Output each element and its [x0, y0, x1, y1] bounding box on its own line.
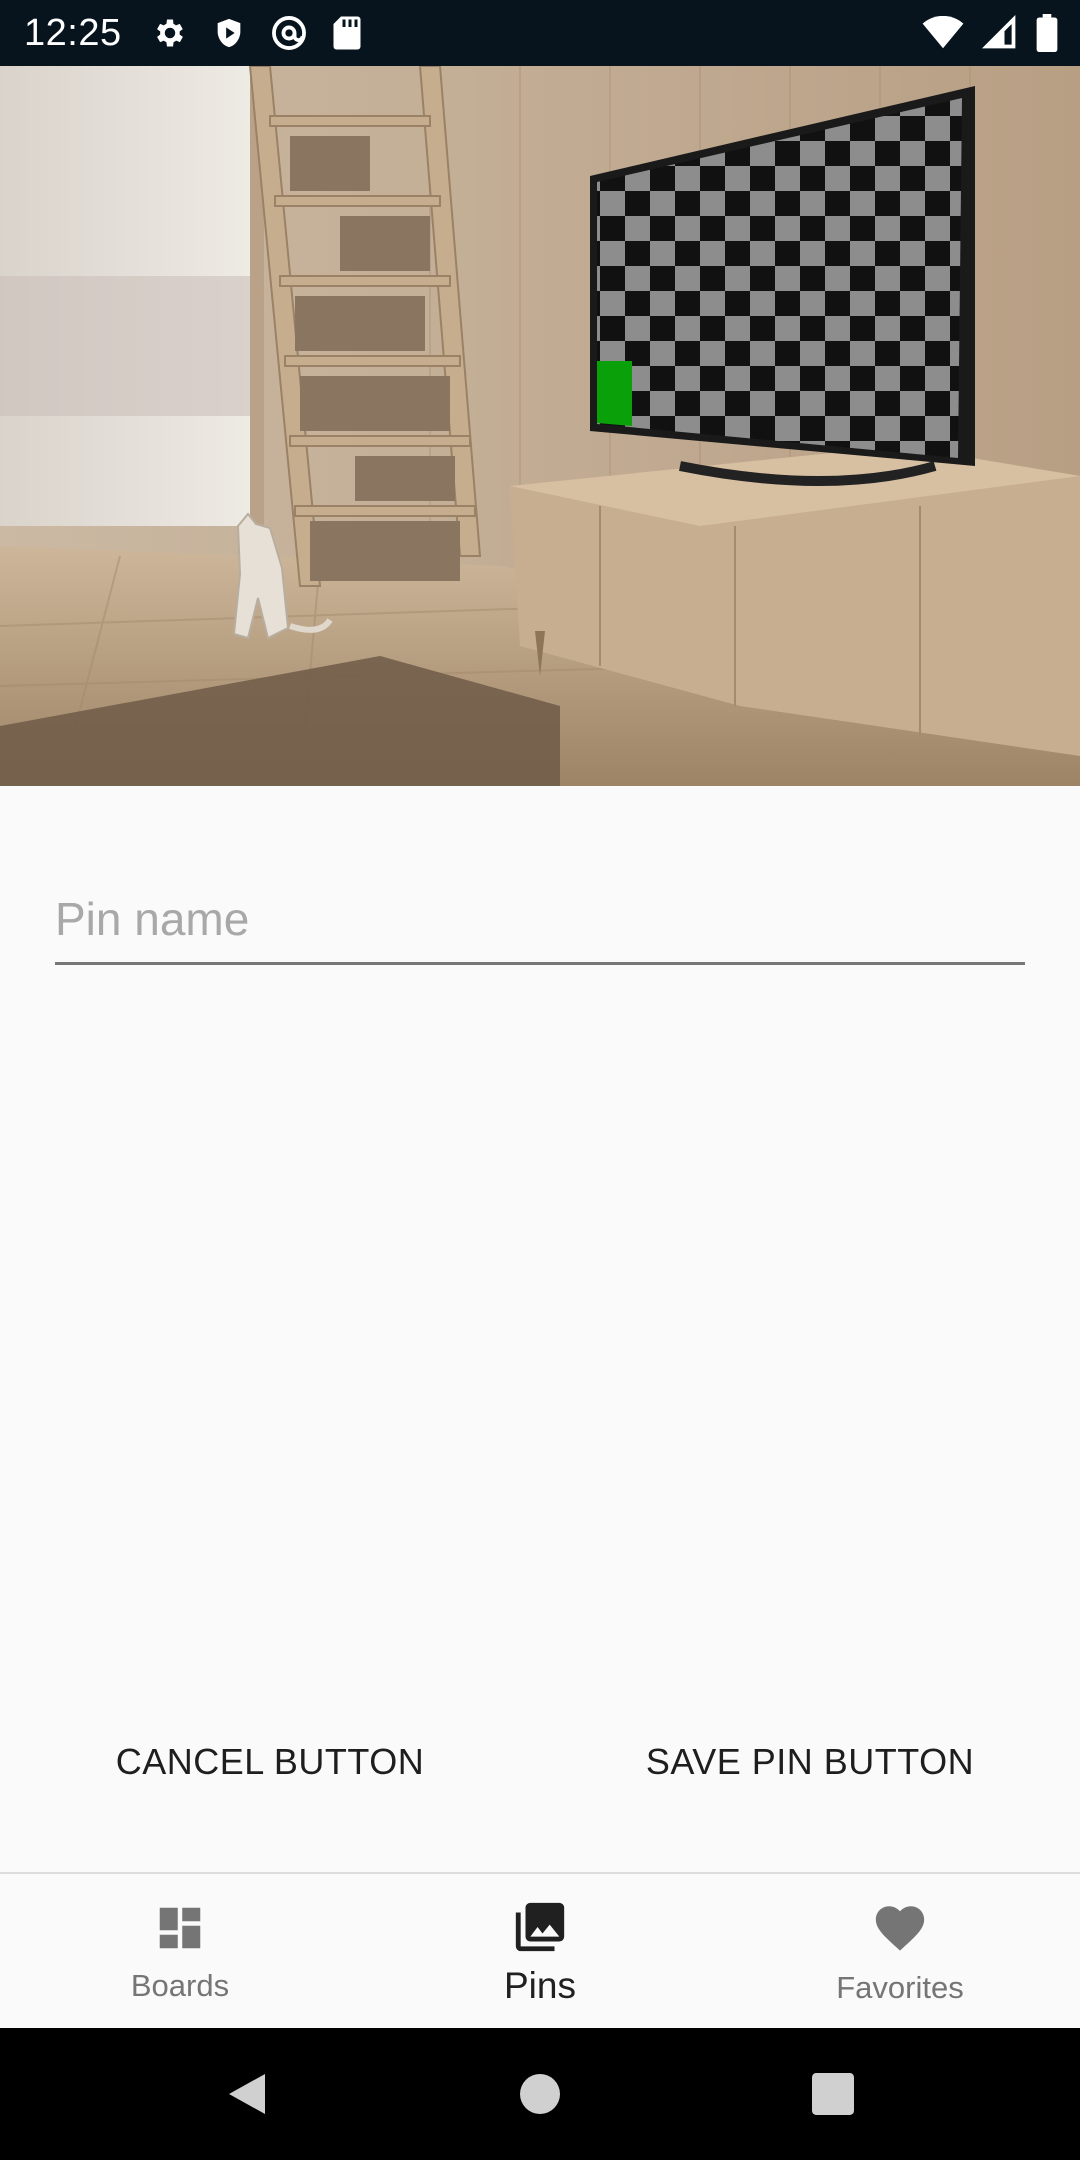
- system-navigation-bar: [0, 2028, 1080, 2160]
- nav-label-pins: Pins: [504, 1964, 576, 2006]
- nav-item-pins[interactable]: Pins: [360, 1874, 720, 2030]
- nav-label-boards: Boards: [130, 1967, 230, 2003]
- sd-card-icon: [332, 15, 362, 51]
- cancel-button[interactable]: CANCEL BUTTON: [60, 1720, 480, 1804]
- status-icons-right: [922, 0, 1058, 66]
- dashboard-icon: [153, 1901, 207, 1960]
- cell-signal-icon: [982, 15, 1018, 51]
- heart-icon: [871, 1899, 929, 1962]
- back-icon[interactable]: [187, 2034, 307, 2154]
- battery-icon: [1036, 14, 1058, 52]
- at-sign-icon: [270, 14, 308, 52]
- status-time: 12:25: [24, 11, 122, 54]
- pin-preview-image: [0, 66, 1080, 786]
- save-pin-button[interactable]: SAVE PIN BUTTON: [600, 1720, 1020, 1804]
- bottom-navigation: Boards Pins Favorites: [0, 1872, 1080, 2030]
- pin-name-field[interactable]: [55, 880, 1025, 965]
- wifi-icon: [922, 16, 964, 50]
- recents-icon[interactable]: [773, 2034, 893, 2154]
- status-icons-left: [152, 14, 362, 52]
- photo-library-icon: [511, 1898, 569, 1961]
- nav-item-boards[interactable]: Boards: [0, 1874, 360, 2030]
- settings-icon: [152, 15, 188, 51]
- nav-item-favorites[interactable]: Favorites: [720, 1874, 1080, 2030]
- status-bar: 12:25: [0, 0, 1080, 66]
- shield-icon: [212, 15, 246, 51]
- nav-label-favorites: Favorites: [836, 1969, 964, 2005]
- pin-name-input[interactable]: [55, 880, 1025, 958]
- home-icon[interactable]: [480, 2034, 600, 2154]
